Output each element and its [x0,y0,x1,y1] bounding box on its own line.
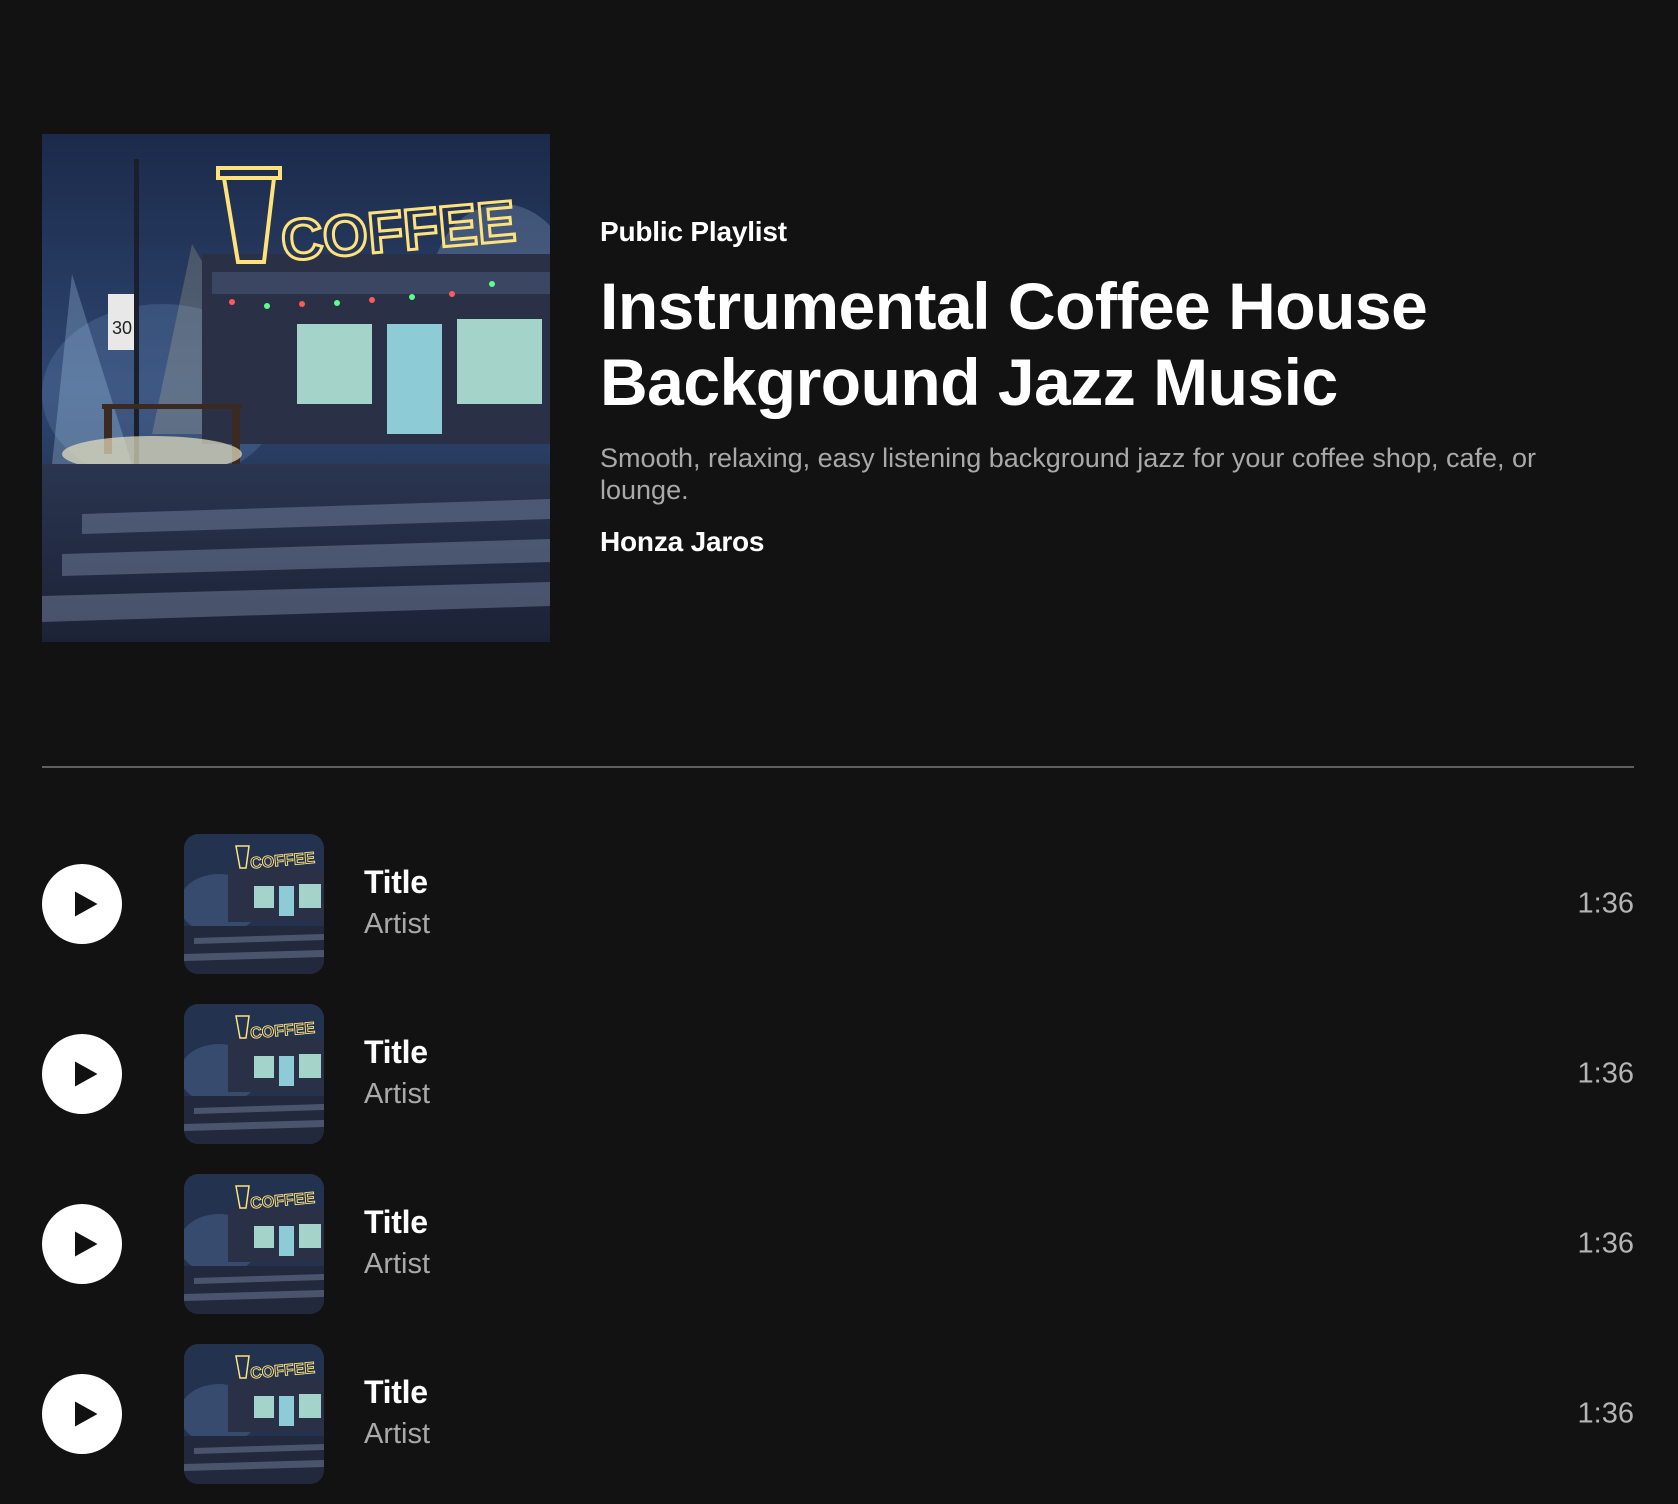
play-button[interactable] [42,864,122,944]
section-divider [42,766,1634,768]
track-row[interactable]: COFFEE Title Artist 1:36 [42,834,1634,974]
track-artist[interactable]: Artist [364,1072,430,1116]
track-meta: Title Artist [364,1372,430,1456]
track-duration: 1:36 [1577,887,1634,920]
track-title[interactable]: Title [364,1372,430,1412]
track-meta: Title Artist [364,862,430,946]
playlist-title: Instrumental Coffee House Background Jaz… [600,269,1428,419]
track-duration: 1:36 [1577,1057,1634,1090]
track-title[interactable]: Title [364,1202,430,1242]
play-icon [74,891,97,917]
track-artist[interactable]: Artist [364,902,430,946]
track-row[interactable]: COFFEE Title Artist 1:36 [42,1344,1634,1484]
play-icon [74,1061,97,1087]
playlist-page: COFFEE 30 Public Playlist Instrumental C… [0,0,1678,1504]
track-meta: Title Artist [364,1202,430,1286]
track-row[interactable]: COFFEE Title Artist 1:36 [42,1174,1634,1314]
play-icon [74,1231,97,1257]
play-icon [74,1401,97,1427]
play-button[interactable] [42,1034,122,1114]
playlist-header: COFFEE 30 Public Playlist Instrumental C… [42,134,1536,642]
track-duration: 1:36 [1577,1227,1634,1260]
playlist-type-label: Public Playlist [600,216,787,247]
track-list: COFFEE Title Artist 1:36 COFFEE Title Ar… [42,834,1634,1504]
track-artist[interactable]: Artist [364,1242,430,1286]
playlist-cover-image: COFFEE 30 [42,134,550,642]
track-title[interactable]: Title [364,862,430,902]
track-duration: 1:36 [1577,1397,1634,1430]
playlist-info: Public Playlist Instrumental Coffee Hous… [600,216,1640,558]
playlist-description: Smooth, relaxing, easy listening backgro… [600,443,1537,505]
svg-text:30: 30 [112,318,132,338]
play-button[interactable] [42,1204,122,1284]
track-meta: Title Artist [364,1032,430,1116]
track-thumbnail: COFFEE [184,1004,324,1144]
track-thumbnail: COFFEE [184,1174,324,1314]
track-artist[interactable]: Artist [364,1412,430,1456]
track-thumbnail: COFFEE [184,1344,324,1484]
track-row[interactable]: COFFEE Title Artist 1:36 [42,1004,1634,1144]
playlist-owner-link[interactable]: Honza Jaros [600,526,1640,558]
track-thumbnail: COFFEE [184,834,324,974]
track-title[interactable]: Title [364,1032,430,1072]
play-button[interactable] [42,1374,122,1454]
